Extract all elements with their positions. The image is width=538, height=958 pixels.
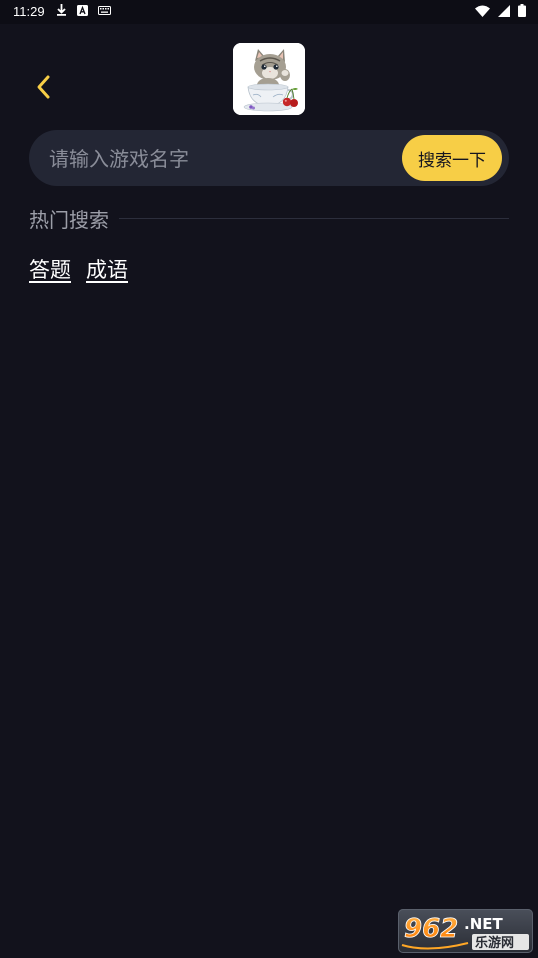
status-bar: 11:29 <box>0 0 538 24</box>
watermark-logo: 962 .NET 乐游网 <box>401 914 529 951</box>
hot-tag-answer[interactable]: 答题 <box>29 254 71 284</box>
kitten-in-teacup-logo <box>233 43 305 115</box>
hot-search-title: 热门搜索 <box>29 207 109 232</box>
svg-text:.NET: .NET <box>464 915 503 933</box>
chevron-left-icon <box>37 75 50 99</box>
wifi-icon <box>475 5 490 17</box>
section-divider <box>119 217 509 219</box>
status-icons-left <box>56 4 111 16</box>
watermark-badge: 962 .NET 乐游网 <box>398 909 533 953</box>
svg-text:962: 962 <box>404 914 458 944</box>
signal-icon <box>498 4 510 17</box>
hot-search-tags: 答题 成语 <box>29 254 128 284</box>
svg-text:乐游网: 乐游网 <box>475 935 514 951</box>
search-input[interactable] <box>47 130 401 188</box>
search-button[interactable]: 搜索一下 <box>402 135 502 181</box>
battery-icon <box>518 4 526 17</box>
hot-tag-idiom[interactable]: 成语 <box>86 254 128 284</box>
keyboard-icon <box>98 5 111 15</box>
back-button[interactable] <box>26 70 60 104</box>
search-bar: 搜索一下 <box>29 130 509 188</box>
hot-search-header: 热门搜索 <box>29 202 509 234</box>
status-time: 11:29 <box>13 4 45 19</box>
app-logo <box>233 43 305 115</box>
download-icon <box>57 4 66 16</box>
status-icons-right <box>475 4 526 17</box>
search-button-label: 搜索一下 <box>418 150 486 171</box>
a-box-icon <box>77 4 88 16</box>
